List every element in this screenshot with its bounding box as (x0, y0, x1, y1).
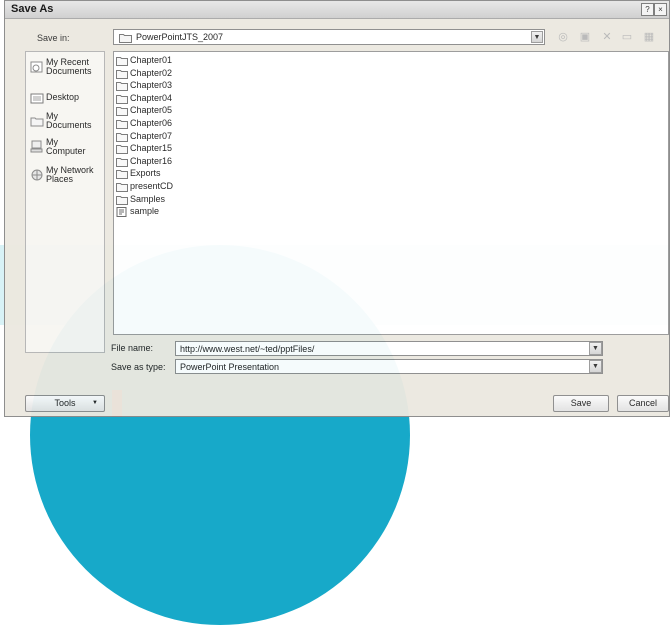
file-name-input[interactable]: http://www.west.net/~ted/pptFiles/ (175, 341, 603, 356)
folder-item[interactable]: Chapter07 (116, 131, 216, 143)
file-item[interactable]: sample (116, 206, 216, 218)
save-in-label: Save in: (37, 33, 70, 43)
folder-item[interactable]: Chapter06 (116, 118, 216, 130)
place-label-line1: Desktop (46, 92, 80, 102)
place-my-recent-documents[interactable]: My Recent Documents (26, 56, 104, 86)
folder-item[interactable]: Chapter04 (116, 93, 216, 105)
file-item-label: Exports (130, 168, 161, 179)
web-icon[interactable]: ◎ (555, 29, 571, 45)
folder-item[interactable]: Chapter03 (116, 80, 216, 92)
save-as-type-label: Save as type: (111, 362, 166, 372)
place-label-line2: Places (46, 174, 74, 184)
help-button[interactable]: ? (641, 3, 654, 16)
folder-item[interactable]: Chapter16 (116, 156, 216, 168)
folder-icon (116, 195, 128, 205)
file-item-label: presentCD (130, 181, 174, 191)
folder-item[interactable]: Samples (116, 194, 216, 206)
place-label-line2: Documents (46, 120, 92, 130)
folder-item[interactable]: Chapter05 (116, 105, 216, 117)
file-list[interactable]: Chapter01 Chapter02 Chapter03 Chapter04 Chap… (113, 51, 669, 335)
chevron-down-icon[interactable]: ▼ (589, 342, 602, 355)
folder-item[interactable]: Exports (116, 168, 216, 180)
file-item-label: Chapter07 (130, 130, 173, 141)
save-in-value: PowerPointJTS_2007 (136, 32, 224, 42)
folder-icon (116, 57, 128, 66)
chevron-down-icon[interactable]: ▼ (531, 31, 543, 43)
presentation-file-icon (116, 207, 127, 218)
save-in-combo[interactable]: PowerPointJTS_2007 ▼ (113, 29, 545, 45)
folder-icon (116, 170, 128, 180)
window-title: Save As (11, 3, 54, 15)
file-item-label: Chapter05 (130, 105, 173, 116)
folder-item[interactable]: Chapter02 (116, 68, 216, 80)
my-computer-icon (30, 140, 43, 153)
folder-icon (116, 120, 128, 129)
delete-icon[interactable]: ✕ (599, 29, 615, 45)
folder-icon (116, 69, 128, 79)
file-item-label: Chapter15 (130, 143, 173, 154)
folder-icon (119, 34, 132, 43)
up-folder-icon[interactable]: ▣ (577, 29, 593, 45)
file-item-label: Chapter01 (130, 55, 173, 65)
folder-icon (116, 107, 128, 117)
places-bar: My Recent Documents Desktop My Documents M… (25, 51, 105, 353)
save-as-type-value: PowerPoint Presentation (180, 362, 280, 372)
file-item-label: Chapter03 (130, 80, 173, 91)
recent-docs-icon (30, 61, 43, 73)
new-folder-icon[interactable]: ▭ (619, 29, 635, 45)
place-label-line2: Documents (46, 66, 92, 76)
close-button[interactable]: × (654, 3, 667, 16)
file-item-label: Chapter04 (130, 92, 173, 103)
folder-item[interactable]: Chapter01 (116, 55, 216, 67)
chevron-down-icon[interactable]: ▼ (589, 360, 602, 373)
folder-icon (116, 145, 128, 155)
folder-icon (116, 82, 128, 92)
file-item-label: Chapter02 (130, 67, 173, 78)
save-as-dialog: Save As ? × Save in: PowerPointJTS_2007 … (4, 0, 670, 417)
file-item-label: Samples (130, 193, 166, 204)
file-item-label: Chapter16 (130, 155, 173, 166)
folder-icon (116, 94, 128, 104)
folder-icon (116, 132, 128, 142)
chevron-down-icon: ▼ (92, 400, 98, 406)
place-label-line2: Computer (46, 146, 86, 156)
network-places-icon (31, 169, 43, 181)
file-item-label: Chapter06 (130, 118, 173, 128)
save-as-type-select[interactable]: PowerPoint Presentation (175, 359, 603, 374)
save-button[interactable]: Save (553, 395, 609, 412)
folder-item[interactable]: Chapter15 (116, 143, 216, 155)
folder-icon (116, 157, 128, 167)
my-documents-icon (30, 117, 44, 127)
place-my-network-places[interactable]: My Network Places (26, 164, 104, 194)
folder-icon (116, 183, 128, 192)
file-name-value: http://www.west.net/~ted/pptFiles/ (180, 344, 315, 354)
tools-button[interactable]: Tools ▼ (25, 395, 105, 412)
file-name-label: File name: (111, 343, 154, 353)
tools-label: Tools (54, 398, 76, 408)
cancel-button[interactable]: Cancel (617, 395, 669, 412)
place-my-computer[interactable]: My Computer (26, 136, 104, 166)
desktop-icon (30, 93, 44, 104)
folder-item[interactable]: presentCD (116, 181, 216, 193)
title-bar[interactable]: Save As ? × (5, 1, 669, 19)
file-item-label: sample (130, 206, 160, 217)
views-icon[interactable]: ▦ (641, 29, 657, 45)
